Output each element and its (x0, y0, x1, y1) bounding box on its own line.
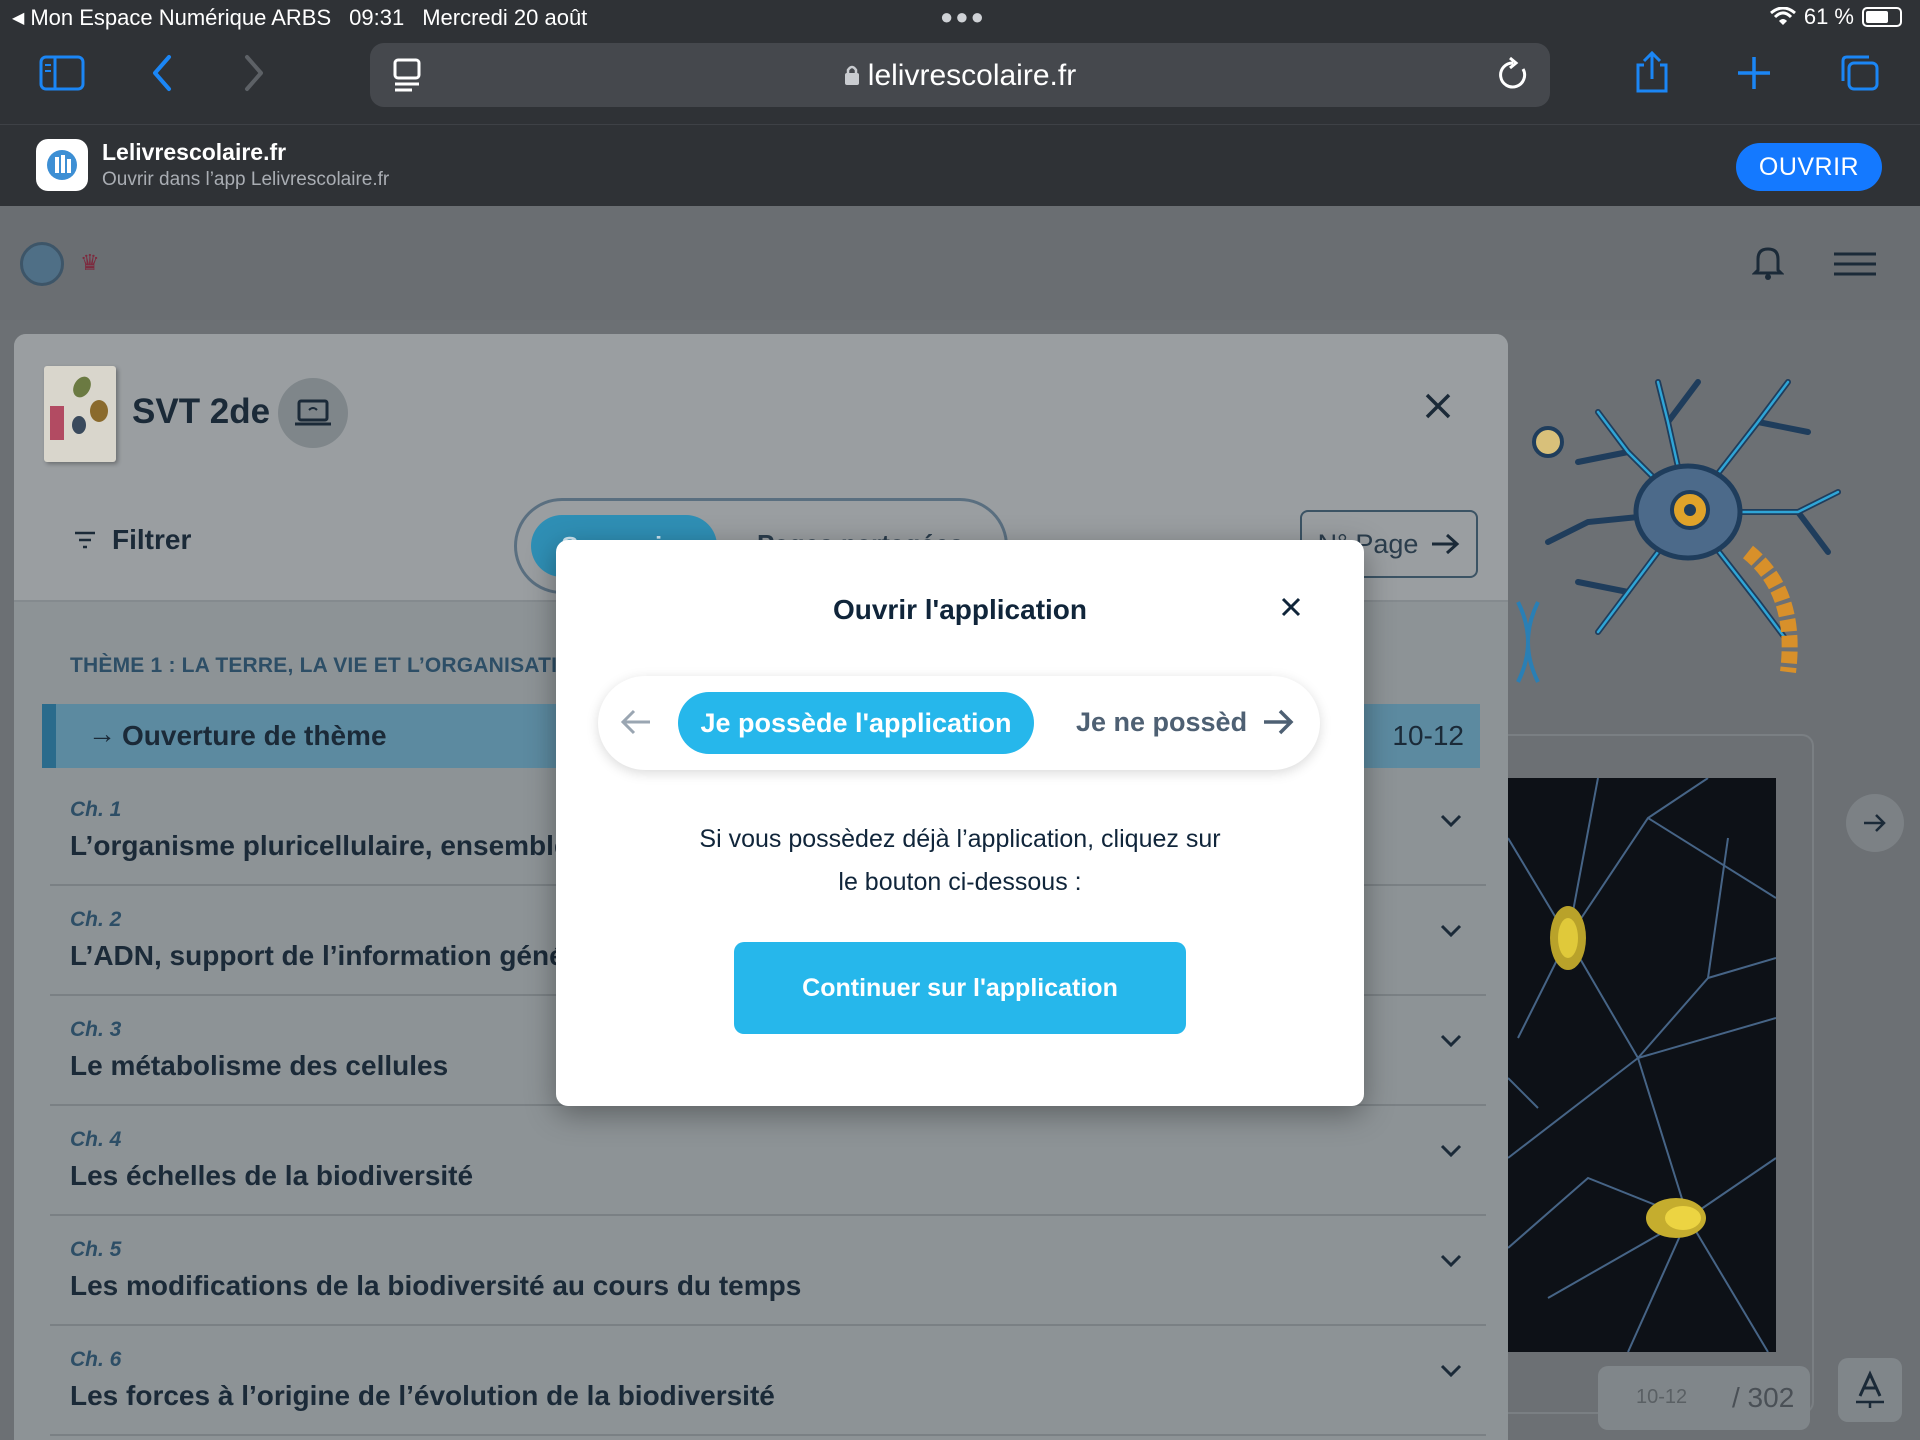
theme-opening-label: Ouverture de thème (122, 720, 387, 751)
chapter-row-6[interactable]: Ch. 6 Les forces à l’origine de l’évolut… (50, 1326, 1486, 1436)
chapter-row-5[interactable]: Ch. 5 Les modifications de la biodiversi… (50, 1216, 1486, 1326)
instructions-line-2: le bouton ci-dessous : (838, 868, 1082, 896)
close-panel-icon[interactable] (1424, 392, 1452, 425)
browser-toolbar: lelivrescolaire.fr (0, 36, 1920, 124)
battery-icon (1862, 7, 1902, 27)
chevron-down-icon[interactable] (1440, 1034, 1462, 1053)
hamburger-menu-icon[interactable] (1834, 252, 1876, 281)
app-banner-name: Lelivrescolaire.fr (102, 139, 287, 165)
close-dialog-icon[interactable] (1280, 596, 1302, 623)
chapter-title: Les modifications de la biodiversité au … (70, 1270, 802, 1301)
chevron-down-icon[interactable] (1440, 814, 1462, 833)
tabs-overview-icon[interactable] (1830, 50, 1890, 96)
continue-in-app-button[interactable]: Continuer sur l'application (734, 942, 1186, 1034)
chapter-number: Ch. 2 (70, 908, 122, 931)
back-chevron-icon[interactable] (132, 50, 192, 96)
crown-icon: ♛ (80, 250, 100, 275)
chapter-number: Ch. 3 (70, 1018, 122, 1041)
app-choice-tabs: Je possède l'application Je ne possèd (598, 676, 1320, 770)
chapter-number: Ch. 6 (70, 1348, 122, 1371)
filter-icon (75, 531, 95, 549)
forward-chevron-icon[interactable] (224, 50, 284, 96)
neuron-illustration (1508, 342, 1920, 702)
chapter-title: Les échelles de la biodiversité (70, 1160, 474, 1191)
neuron-photo (1508, 778, 1776, 1352)
arrow-right-icon (1864, 814, 1886, 832)
chevron-down-icon[interactable] (1440, 1364, 1462, 1383)
lock-icon (844, 60, 860, 94)
chapter-number: Ch. 4 (70, 1128, 122, 1151)
current-page-input[interactable]: 10-12 (1636, 1386, 1687, 1409)
tab-has-app[interactable]: Je possède l'application (678, 692, 1034, 754)
chapter-row-4[interactable]: Ch. 4 Les échelles de la biodiversité (50, 1106, 1486, 1216)
reload-icon[interactable] (1496, 55, 1530, 98)
site-logo-icon[interactable] (20, 242, 64, 286)
chapter-number: Ch. 1 (70, 798, 122, 821)
instructions-line-1: Si vous possèdez déjà l’application, cli… (699, 825, 1221, 853)
chapter-title: L’organisme pluricellulaire, ensemble d (70, 830, 595, 861)
chapter-title: L’ADN, support de l’information généti (70, 940, 582, 971)
laptop-icon[interactable] (278, 378, 348, 448)
status-bar: ◀ Mon Espace Numérique ARBS 09:31 Mercre… (0, 0, 1920, 36)
new-tab-icon[interactable] (1724, 50, 1784, 96)
back-to-app-link[interactable]: ◀ Mon Espace Numérique ARBS (12, 5, 331, 31)
filter-button[interactable]: Filtrer (74, 524, 191, 556)
chevron-down-icon[interactable] (1440, 1144, 1462, 1163)
wifi-icon (1769, 7, 1796, 25)
next-page-button[interactable] (1846, 794, 1904, 852)
address-bar[interactable]: lelivrescolaire.fr (370, 43, 1550, 107)
page-navigator: 10-12 / 302 (1598, 1366, 1810, 1430)
arrow-right-icon (1432, 533, 1460, 555)
site-header: ♛ (0, 206, 1920, 320)
status-time: 09:31 (349, 5, 405, 30)
back-app-name: Mon Espace Numérique ARBS (30, 5, 332, 30)
app-logo-icon (36, 139, 88, 191)
chapter-title: Le métabolisme des cellules (70, 1050, 449, 1081)
open-app-dialog: Ouvrir l'application Je possède l'applic… (556, 540, 1364, 1106)
status-date: Mercredi 20 août (422, 5, 588, 30)
total-pages: / 302 (1732, 1382, 1795, 1413)
notification-bell-icon[interactable] (1751, 244, 1785, 285)
arrow-right-icon[interactable] (1260, 702, 1294, 747)
dialog-instructions: Si vous possèdez déjà l’application, cli… (656, 818, 1264, 904)
url-text: lelivrescolaire.fr (867, 59, 1077, 92)
book-cover-image (44, 366, 116, 462)
chevron-down-icon[interactable] (1440, 924, 1462, 943)
font-size-icon[interactable] (1838, 1358, 1902, 1422)
arrow-left-icon[interactable] (620, 702, 654, 747)
open-app-button[interactable]: OUVRIR (1736, 143, 1882, 191)
theme-heading: THÈME 1 : LA TERRE, LA VIE ET L’ORGANISA… (70, 654, 590, 677)
back-triangle-icon: ◀ (12, 10, 25, 27)
theme-opening-pages: 10-12 (1392, 720, 1464, 751)
chevron-down-icon[interactable] (1440, 1254, 1462, 1273)
battery-percent: 61 % (1803, 4, 1854, 29)
book-title: SVT 2de (132, 392, 271, 431)
chapter-number: Ch. 5 (70, 1238, 122, 1261)
share-icon[interactable] (1622, 50, 1682, 96)
tab-no-app[interactable]: Je ne possèd (1076, 707, 1262, 738)
chapter-title: Les forces à l’origine de l’évolution de… (70, 1380, 775, 1411)
smart-app-banner: Lelivrescolaire.fr Ouvrir dans l’app Lel… (0, 124, 1920, 206)
sidebar-toggle-icon[interactable] (32, 50, 92, 96)
filter-label: Filtrer (112, 524, 192, 555)
arrow-right-icon: → (88, 718, 116, 749)
app-banner-subtitle: Ouvrir dans l’app Lelivrescolaire.fr (102, 169, 390, 190)
multitasking-dots-icon[interactable]: ●●● (940, 4, 986, 30)
dialog-title: Ouvrir l'application (832, 594, 1088, 625)
